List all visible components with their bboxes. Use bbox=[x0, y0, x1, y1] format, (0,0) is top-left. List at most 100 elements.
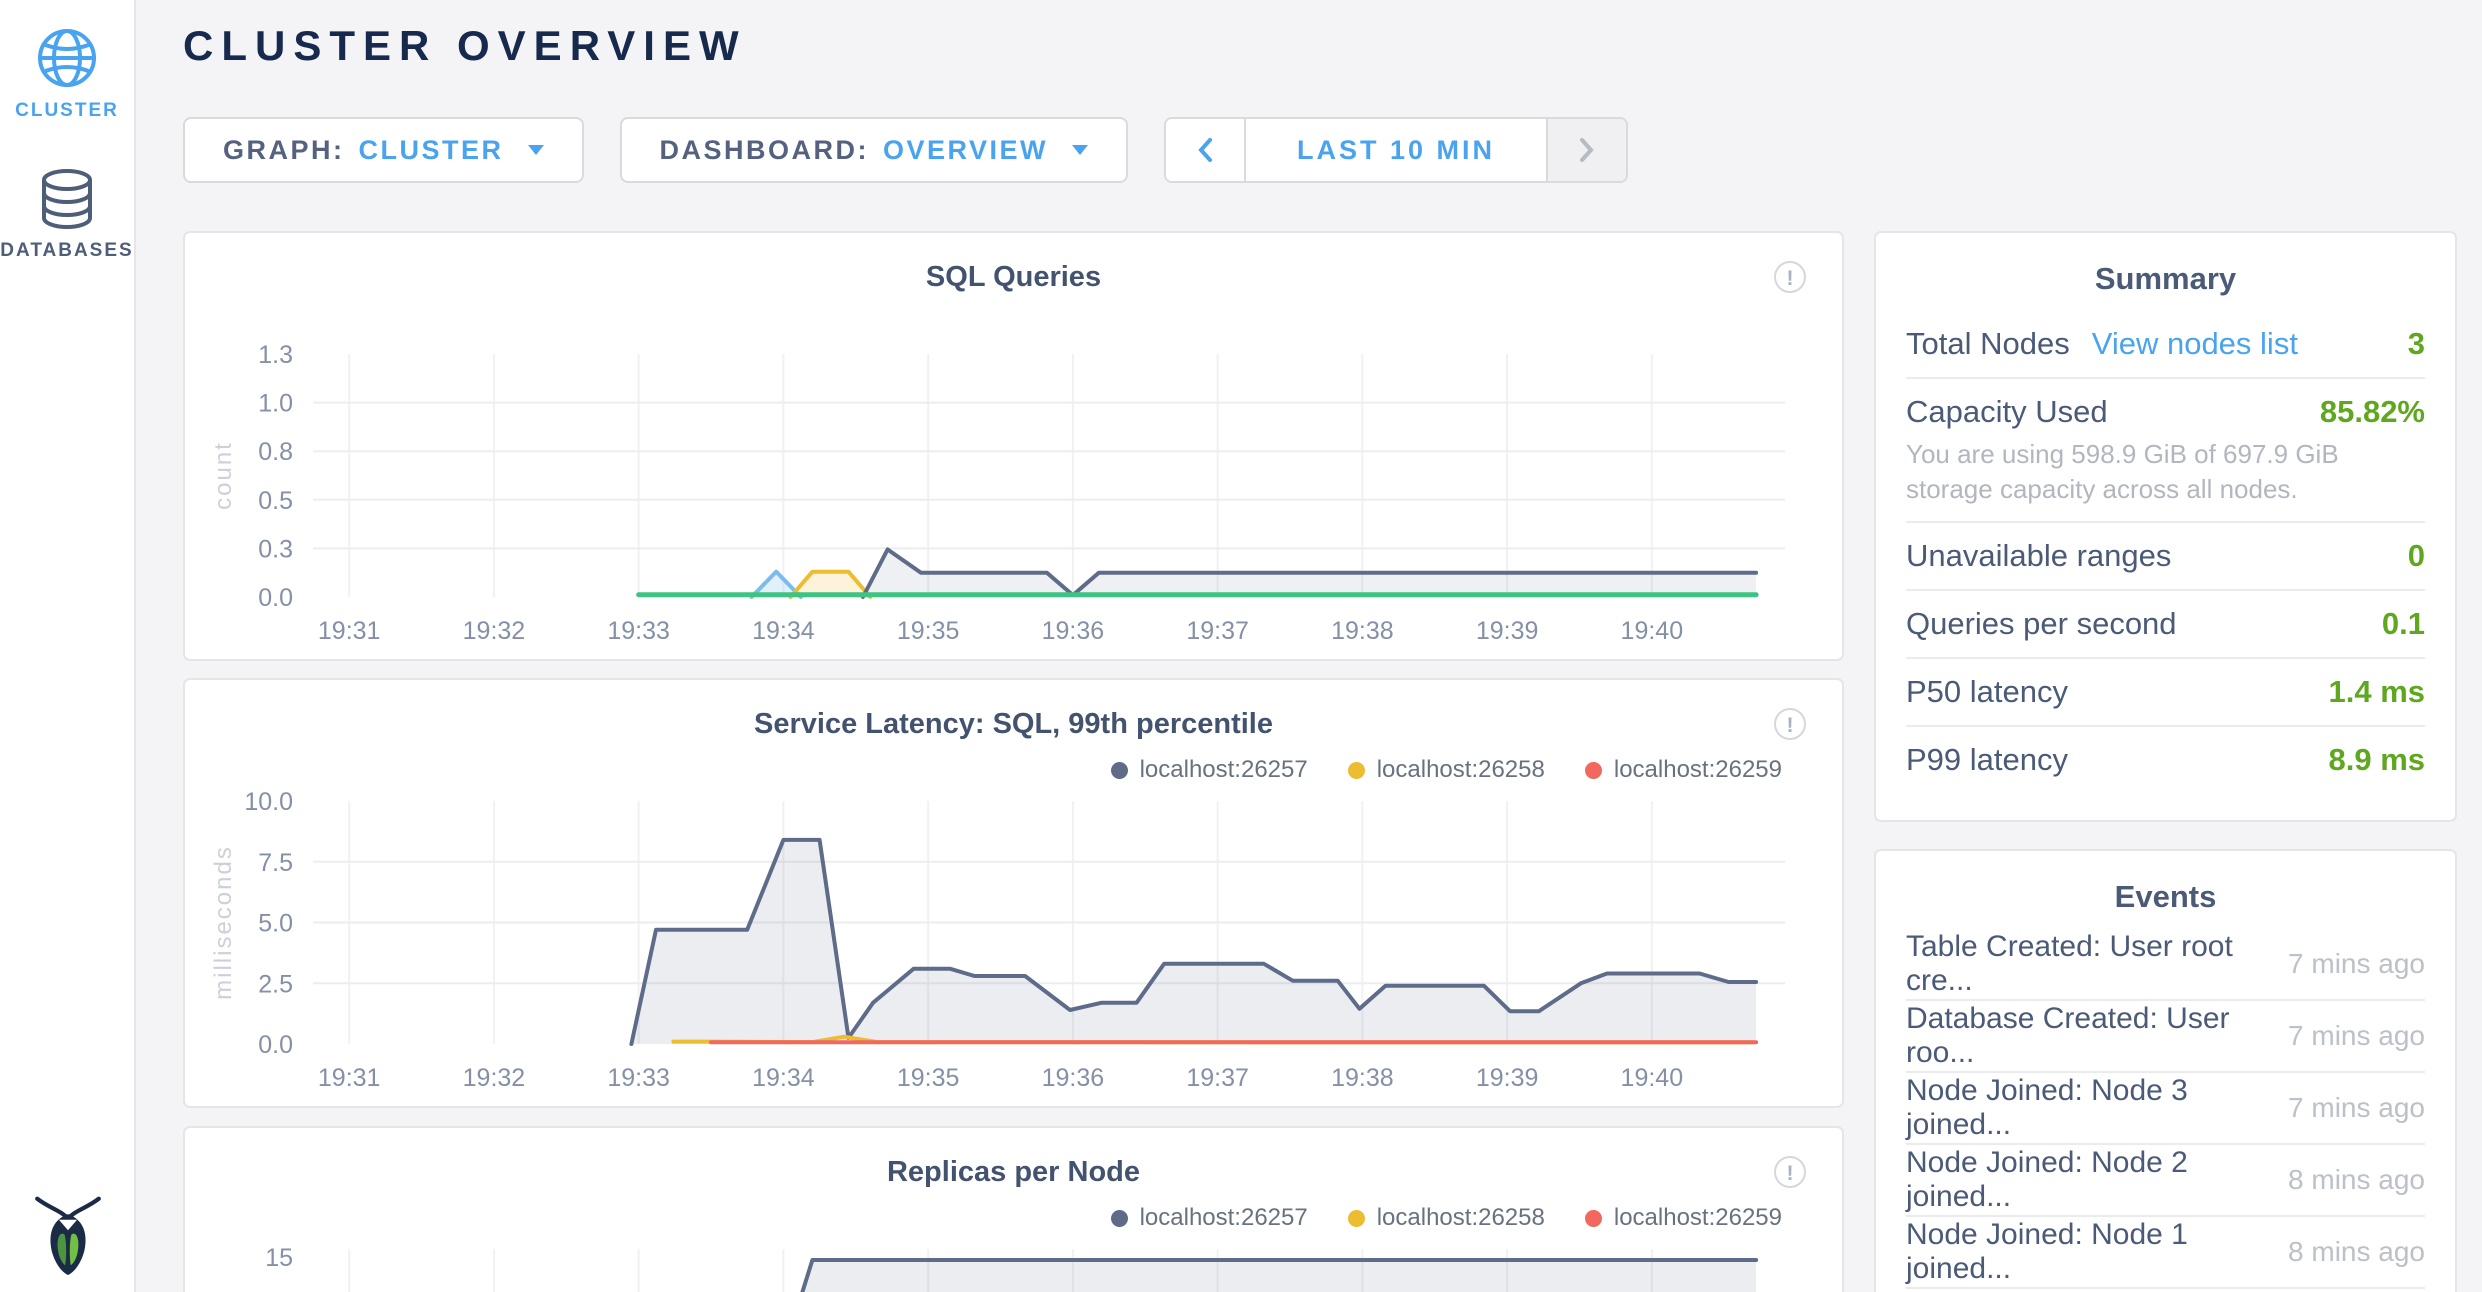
summary-row-value: 3 bbox=[2408, 326, 2425, 362]
svg-text:19:33: 19:33 bbox=[607, 1064, 670, 1092]
event-row: Table Created: User root cre...7 mins ag… bbox=[1906, 929, 2425, 1001]
summary-row-main: Unavailable ranges 0 bbox=[1906, 537, 2425, 575]
svg-text:19:36: 19:36 bbox=[1042, 1064, 1105, 1092]
event-time: 7 mins ago bbox=[2270, 948, 2425, 980]
chart-card-service-latency: 19:3119:3219:3319:3419:3519:3619:3719:38… bbox=[183, 678, 1844, 1108]
globe-icon bbox=[35, 26, 99, 90]
summary-row: Unavailable ranges 0 bbox=[1906, 521, 2425, 589]
svg-text:15: 15 bbox=[265, 1244, 293, 1272]
summary-title: Summary bbox=[1906, 261, 2425, 297]
legend-label: localhost:26259 bbox=[1614, 1204, 1782, 1232]
summary-row-main: P99 latency8.9 ms bbox=[1906, 741, 2425, 779]
legend-dot-icon bbox=[1585, 1210, 1602, 1227]
svg-text:10.0: 10.0 bbox=[244, 788, 293, 816]
dashboard-dropdown-value: OVERVIEW bbox=[883, 135, 1048, 166]
time-next-button[interactable] bbox=[1548, 119, 1626, 181]
summary-row-main: Total Nodes View nodes list 3 bbox=[1906, 325, 2425, 363]
chart-legend: localhost:26257 localhost:26258 localhost:… bbox=[1111, 1204, 1782, 1232]
event-time: 7 mins ago bbox=[2270, 1092, 2425, 1124]
chart-title: Replicas per Node bbox=[185, 1156, 1842, 1189]
chart-svg: 19:3119:3219:3319:3419:3519:3619:3719:38… bbox=[185, 233, 1842, 659]
summary-row-main: Queries per second0.1 bbox=[1906, 605, 2425, 643]
svg-text:19:40: 19:40 bbox=[1621, 617, 1684, 645]
summary-panel: Summary Total Nodes View nodes list 3 Capac… bbox=[1874, 231, 2457, 822]
events-panel: Events Table Created: User root cre...7 … bbox=[1874, 849, 2457, 1292]
legend-item[interactable]: localhost:26258 bbox=[1348, 756, 1545, 784]
svg-text:count: count bbox=[210, 441, 237, 510]
svg-text:19:33: 19:33 bbox=[607, 617, 670, 645]
legend-item[interactable]: localhost:26258 bbox=[1348, 1204, 1545, 1232]
legend-dot-icon bbox=[1348, 1210, 1365, 1227]
summary-row: Total Nodes View nodes list 3 bbox=[1906, 311, 2425, 377]
summary-row-value: 0 bbox=[2408, 538, 2425, 574]
info-icon[interactable]: ! bbox=[1774, 261, 1806, 293]
time-range-selector: LAST 10 MIN bbox=[1164, 117, 1628, 183]
dashboard-dropdown[interactable]: DASHBOARD: OVERVIEW bbox=[620, 117, 1129, 183]
event-row: Node Joined: Node 2 joined...8 mins ago bbox=[1906, 1145, 2425, 1217]
legend-item[interactable]: localhost:26257 bbox=[1111, 756, 1308, 784]
graph-dropdown[interactable]: GRAPH: CLUSTER bbox=[183, 117, 584, 183]
svg-text:19:32: 19:32 bbox=[463, 617, 526, 645]
events-rows: Table Created: User root cre...7 mins ag… bbox=[1906, 929, 2425, 1289]
svg-text:1.3: 1.3 bbox=[258, 341, 293, 369]
view-nodes-list-link[interactable]: View nodes list bbox=[2092, 326, 2298, 361]
svg-text:19:31: 19:31 bbox=[318, 1064, 381, 1092]
summary-row-value: 85.82% bbox=[2320, 394, 2425, 430]
event-row: Node Joined: Node 1 joined...8 mins ago bbox=[1906, 1217, 2425, 1289]
chart-card-sql-queries: 19:3119:3219:3319:3419:3519:3619:3719:38… bbox=[183, 231, 1844, 661]
summary-rows: Total Nodes View nodes list 3 Capacity Used… bbox=[1906, 311, 2425, 793]
svg-text:19:38: 19:38 bbox=[1331, 1064, 1394, 1092]
chart-legend: localhost:26257 localhost:26258 localhost:… bbox=[1111, 756, 1782, 784]
chart-card-replicas-per-node: 19:3119:3219:3319:3419:3519:3619:3719:38… bbox=[183, 1126, 1844, 1292]
info-icon[interactable]: ! bbox=[1774, 1156, 1806, 1188]
time-prev-button[interactable] bbox=[1166, 119, 1244, 181]
cockroachdb-logo[interactable] bbox=[33, 1190, 103, 1276]
svg-text:19:39: 19:39 bbox=[1476, 1064, 1539, 1092]
cockroach-icon bbox=[33, 1190, 103, 1276]
sidebar-item-cluster[interactable]: CLUSTER bbox=[0, 26, 134, 122]
summary-row-label: Total Nodes bbox=[1906, 326, 2070, 361]
chevron-down-icon bbox=[528, 145, 544, 155]
event-row: Database Created: User roo...7 mins ago bbox=[1906, 1001, 2425, 1073]
summary-row-label: Queries per second bbox=[1906, 606, 2177, 641]
legend-item[interactable]: localhost:26259 bbox=[1585, 1204, 1782, 1232]
legend-item[interactable]: localhost:26259 bbox=[1585, 756, 1782, 784]
svg-text:0.0: 0.0 bbox=[258, 584, 293, 612]
chart-svg: 19:3119:3219:3319:3419:3519:3619:3719:38… bbox=[185, 680, 1842, 1106]
events-title: Events bbox=[1906, 879, 2425, 915]
sidebar-item-label: CLUSTER bbox=[0, 100, 134, 122]
summary-row-label: P50 latency bbox=[1906, 674, 2068, 709]
summary-row: P99 latency8.9 ms bbox=[1906, 725, 2425, 793]
svg-text:0.5: 0.5 bbox=[258, 487, 293, 515]
svg-text:19:37: 19:37 bbox=[1186, 1064, 1249, 1092]
chart-plot-area[interactable]: 19:3119:3219:3319:3419:3519:3619:3719:38… bbox=[185, 233, 1842, 659]
chart-plot-area[interactable]: 19:3119:3219:3319:3419:3519:3619:3719:38… bbox=[185, 680, 1842, 1106]
svg-text:milliseconds: milliseconds bbox=[210, 845, 237, 1000]
event-text: Node Joined: Node 1 joined... bbox=[1906, 1218, 2270, 1286]
sidebar-item-databases[interactable]: DATABASES bbox=[0, 168, 134, 262]
sidebar-item-label: DATABASES bbox=[0, 240, 134, 262]
chevron-left-icon bbox=[1198, 138, 1212, 162]
summary-row-subtext: You are using 598.9 GiB of 697.9 GiB sto… bbox=[1906, 437, 2411, 507]
svg-text:19:34: 19:34 bbox=[752, 1064, 815, 1092]
time-range-label[interactable]: LAST 10 MIN bbox=[1244, 119, 1548, 181]
summary-row-label: Unavailable ranges bbox=[1906, 538, 2171, 573]
info-icon[interactable]: ! bbox=[1774, 708, 1806, 740]
summary-row: P50 latency1.4 ms bbox=[1906, 657, 2425, 725]
summary-row: Capacity Used85.82%You are using 598.9 G… bbox=[1906, 377, 2425, 521]
svg-text:19:40: 19:40 bbox=[1621, 1064, 1684, 1092]
summary-row-label: P99 latency bbox=[1906, 742, 2068, 777]
chart-title: SQL Queries bbox=[185, 261, 1842, 294]
chevron-right-icon bbox=[1580, 138, 1594, 162]
sidebar: CLUSTER DATABASES bbox=[0, 0, 136, 1292]
event-text: Database Created: User roo... bbox=[1906, 1002, 2270, 1070]
graph-dropdown-value: CLUSTER bbox=[359, 135, 504, 166]
legend-dot-icon bbox=[1111, 762, 1128, 779]
legend-item[interactable]: localhost:26257 bbox=[1111, 1204, 1308, 1232]
legend-label: localhost:26257 bbox=[1140, 756, 1308, 784]
event-time: 8 mins ago bbox=[2270, 1164, 2425, 1196]
event-text: Node Joined: Node 2 joined... bbox=[1906, 1146, 2270, 1214]
chart-title: Service Latency: SQL, 99th percentile bbox=[185, 708, 1842, 741]
svg-text:2.5: 2.5 bbox=[258, 970, 293, 998]
event-time: 7 mins ago bbox=[2270, 1020, 2425, 1052]
